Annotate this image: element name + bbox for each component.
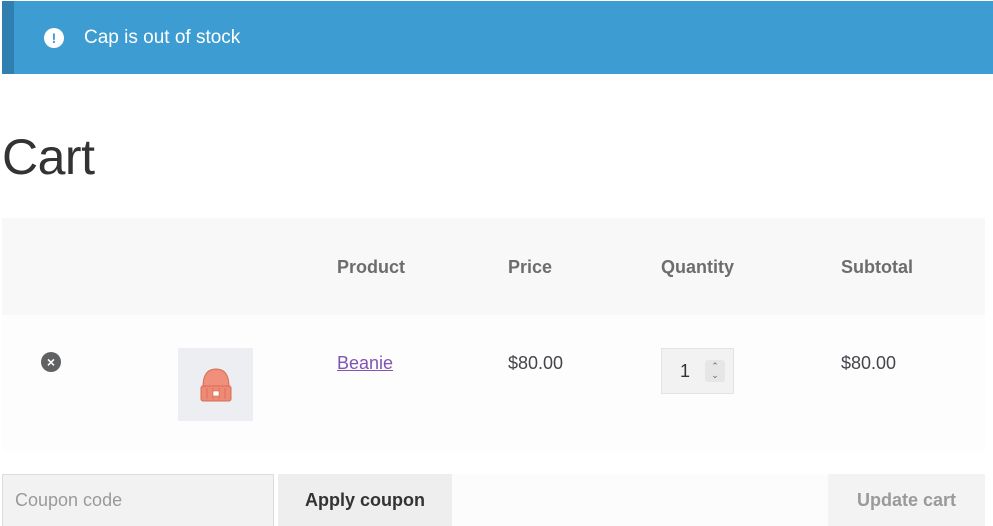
quantity-value[interactable]: 1 bbox=[680, 361, 690, 382]
apply-coupon-button[interactable]: Apply coupon bbox=[278, 474, 452, 526]
beanie-icon bbox=[200, 367, 231, 401]
spinner-arrows-icon[interactable]: ⌃ ⌄ bbox=[705, 360, 725, 382]
quantity-stepper[interactable]: 1 ⌃ ⌄ bbox=[661, 348, 734, 394]
table-row: × Beanie $80.00 1 ⌃ ⌄ $80.00 bbox=[2, 315, 985, 451]
product-thumbnail[interactable] bbox=[178, 348, 253, 421]
exclamation-circle-icon: ! bbox=[44, 27, 64, 48]
table-header: Product Price Quantity Subtotal bbox=[2, 218, 985, 315]
remove-circle-icon[interactable]: × bbox=[41, 352, 61, 372]
cart-table: Product Price Quantity Subtotal × Beanie… bbox=[2, 218, 985, 451]
update-cart-button[interactable]: Update cart bbox=[828, 474, 985, 526]
header-product: Product bbox=[337, 257, 406, 277]
actions-spacer bbox=[452, 474, 828, 526]
notice-text: Cap is out of stock bbox=[84, 26, 241, 48]
header-subtotal: Subtotal bbox=[841, 257, 913, 277]
product-link[interactable]: Beanie bbox=[337, 353, 393, 374]
page-title: Cart bbox=[2, 129, 95, 185]
cart-actions: Coupon code Apply coupon Update cart bbox=[2, 474, 985, 526]
product-price: $80.00 bbox=[508, 353, 564, 373]
header-price: Price bbox=[508, 257, 553, 277]
header-quantity: Quantity bbox=[661, 257, 735, 277]
product-subtotal: $80.00 bbox=[841, 353, 897, 373]
coupon-code-input[interactable]: Coupon code bbox=[2, 474, 274, 526]
notice-banner: ! Cap is out of stock bbox=[2, 1, 993, 74]
